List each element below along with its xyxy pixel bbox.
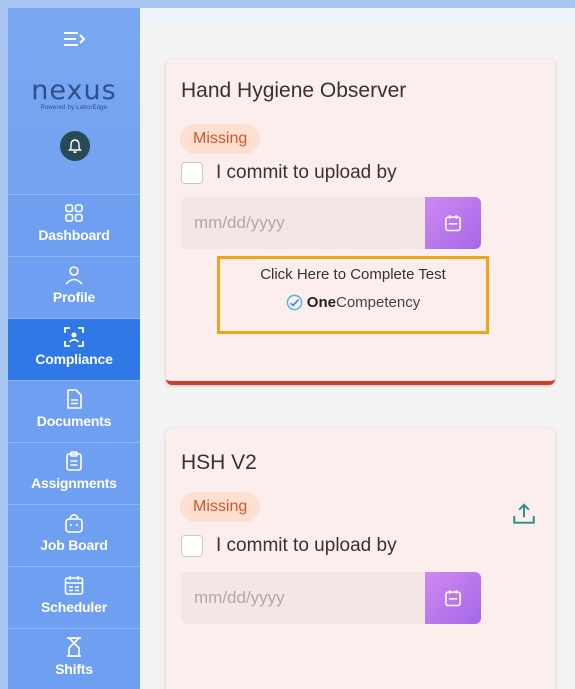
sidebar-item-dashboard[interactable]: Dashboard — [8, 194, 140, 256]
commit-checkbox[interactable] — [181, 535, 203, 557]
card-title: HSH V2 — [181, 451, 257, 474]
upload-icon[interactable] — [511, 501, 537, 527]
compliance-card: HSH V2 Missing I commit to upload by — [166, 428, 555, 689]
sidebar-item-label: Shifts — [55, 661, 93, 677]
sidebar-item-label: Documents — [36, 413, 112, 429]
sidebar-item-label: Profile — [52, 289, 96, 305]
sidebar-item-shifts[interactable]: Shifts — [8, 628, 140, 689]
date-input[interactable] — [181, 197, 425, 249]
compliance-card: Hand Hygiene Observer Missing I commit t… — [166, 59, 555, 385]
nexus-logo[interactable]: nexus Powered by LaborEdge — [26, 75, 122, 111]
onecompetency-logo: One Competency — [286, 294, 420, 311]
complete-test-text: Click Here to Complete Test — [260, 266, 446, 283]
status-badge: Missing — [180, 124, 261, 154]
sidebar-item-documents[interactable]: Documents — [8, 380, 140, 442]
status-badge: Missing — [180, 492, 261, 522]
calendar-button[interactable] — [425, 572, 481, 624]
sidebar-item-compliance[interactable]: Compliance — [8, 318, 140, 380]
sidebar: nexus Powered by LaborEdge Dashboard Pro… — [8, 8, 140, 689]
app-frame: nexus Powered by LaborEdge Dashboard Pro… — [8, 8, 575, 689]
commit-checkbox[interactable] — [181, 162, 203, 184]
calendar-icon — [445, 215, 461, 232]
notification-bell-icon[interactable] — [60, 131, 90, 161]
date-picker — [181, 197, 481, 249]
calendar-icon — [64, 576, 84, 595]
menu-toggle-icon[interactable] — [63, 30, 87, 48]
commit-checkbox-row[interactable]: I commit to upload by — [181, 162, 397, 184]
hourglass-icon — [67, 637, 81, 657]
sidebar-item-label: Scheduler — [41, 599, 107, 615]
sidebar-nav: Dashboard Profile Compliance Documents A… — [8, 194, 140, 689]
onecompetency-check-icon — [286, 294, 303, 311]
main-content: Hand Hygiene Observer Missing I commit t… — [140, 25, 575, 689]
sidebar-item-label: Compliance — [35, 351, 113, 367]
card-title: Hand Hygiene Observer — [181, 79, 407, 102]
sidebar-item-profile[interactable]: Profile — [8, 256, 140, 318]
logo-word: nexus — [31, 75, 117, 106]
calendar-button[interactable] — [425, 197, 481, 249]
sidebar-item-job-board[interactable]: Job Board — [8, 504, 140, 566]
face-scan-icon — [64, 327, 84, 347]
bag-icon — [65, 513, 83, 533]
commit-label: I commit to upload by — [216, 535, 397, 556]
grid-icon — [65, 204, 83, 222]
complete-test-link[interactable]: Click Here to Complete Test One Competenc… — [217, 256, 489, 334]
commit-checkbox-row[interactable]: I commit to upload by — [181, 535, 397, 557]
brand-competency: Competency — [335, 294, 421, 311]
brand-one: One — [306, 294, 336, 311]
sidebar-item-assignments[interactable]: Assignments — [8, 442, 140, 504]
date-picker — [181, 572, 481, 624]
sidebar-item-label: Job Board — [40, 537, 108, 553]
commit-label: I commit to upload by — [216, 162, 397, 183]
date-input[interactable] — [181, 572, 425, 624]
sidebar-item-scheduler[interactable]: Scheduler — [8, 566, 140, 628]
person-icon — [65, 266, 83, 285]
clipboard-icon — [66, 451, 82, 471]
sidebar-item-label: Assignments — [31, 475, 117, 491]
document-icon — [67, 389, 82, 409]
sidebar-item-label: Dashboard — [38, 227, 110, 243]
calendar-icon — [445, 590, 461, 607]
